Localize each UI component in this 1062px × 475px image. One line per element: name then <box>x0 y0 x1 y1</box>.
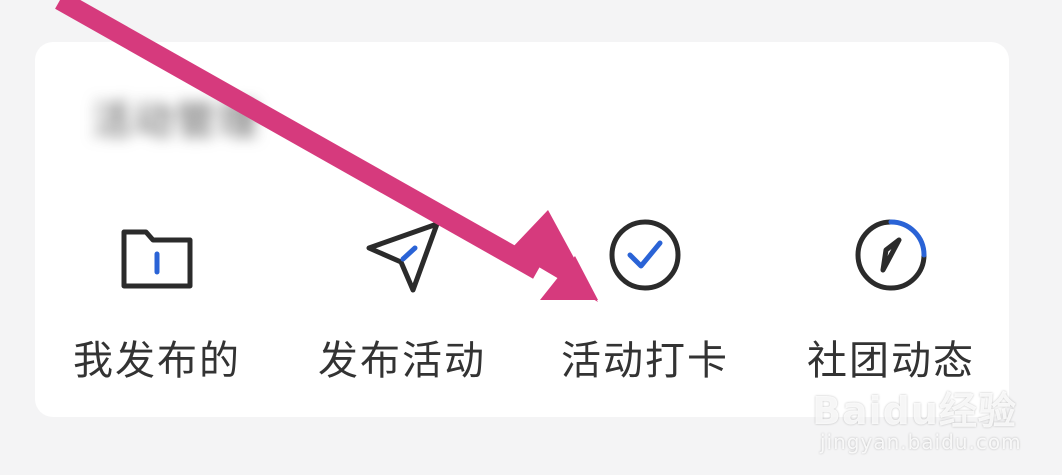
entry-my-published[interactable]: 我发布的 <box>47 210 267 384</box>
watermark-logo: Baidu经验 <box>812 389 1017 433</box>
entry-label: 社团动态 <box>807 338 975 384</box>
check-circle-icon <box>600 210 690 300</box>
folder-icon <box>112 210 202 300</box>
entry-club-news[interactable]: 社团动态 <box>781 210 1001 384</box>
entry-publish-activity[interactable]: 发布活动 <box>292 210 512 384</box>
paper-plane-icon <box>357 210 447 300</box>
compass-icon <box>846 210 936 300</box>
entry-activity-checkin[interactable]: 活动打卡 <box>535 210 755 384</box>
baidu-watermark: Baidu经验 jingyan.baidu.com <box>812 380 1052 470</box>
entry-label: 发布活动 <box>318 338 486 384</box>
screen: 活动管理 我发布的 发布活动 活动打卡 社团动态 Baidu经验 jingyan… <box>0 0 1062 475</box>
section-title: 活动管理 <box>92 98 260 144</box>
entry-label: 活动打卡 <box>561 338 729 384</box>
entry-label: 我发布的 <box>73 338 241 384</box>
watermark-url: jingyan.baidu.com <box>820 430 1022 454</box>
